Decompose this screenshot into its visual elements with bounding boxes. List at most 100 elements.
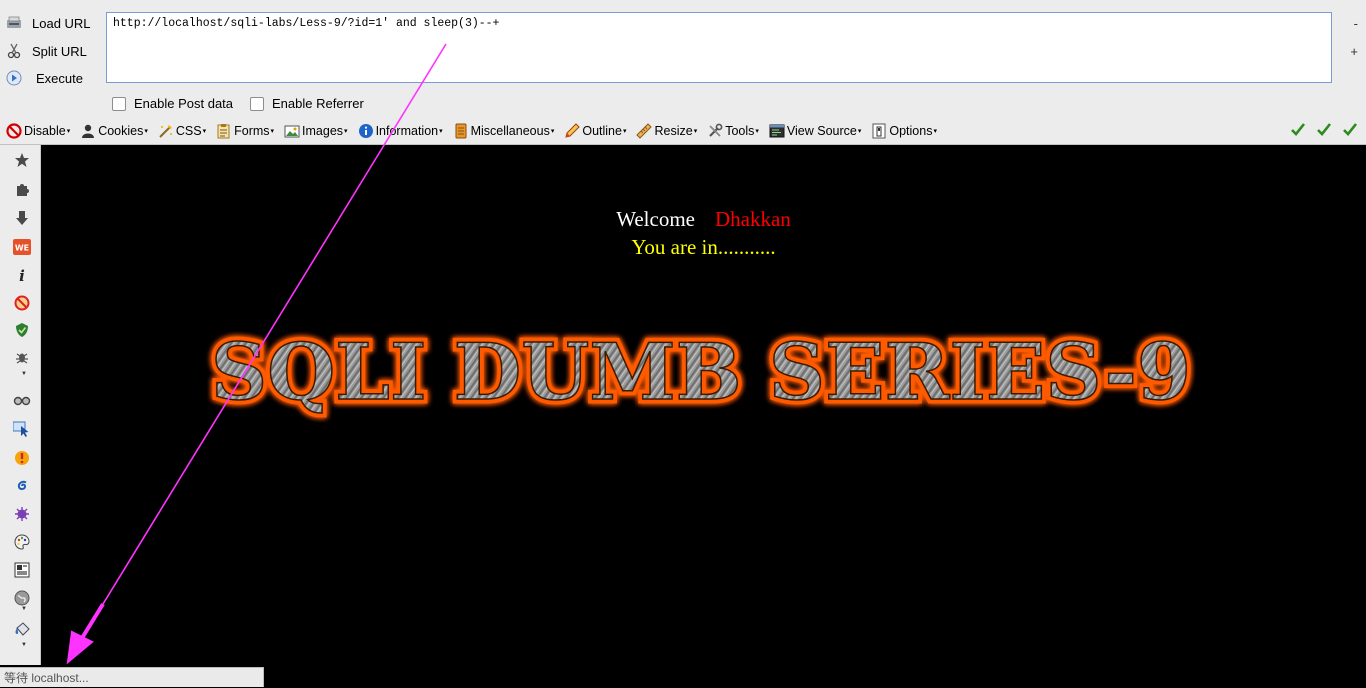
caret-icon: ▾ [622, 128, 627, 135]
checkbox-box[interactable] [250, 96, 264, 111]
menu-options[interactable]: Options ▾ [865, 120, 941, 142]
caret-icon: ▾ [270, 128, 275, 135]
menu-miscellaneous-label: Miscellaneous [470, 124, 550, 138]
no-script-icon[interactable] [13, 294, 31, 312]
options-icon [871, 123, 887, 139]
execute-label: Execute [36, 70, 83, 86]
menu-images-label: Images [302, 124, 344, 138]
load-url-icon [6, 15, 22, 31]
palette-icon[interactable] [13, 533, 31, 551]
cookies-icon [80, 123, 96, 139]
banner-text: SQLI DUMB SERIES-9 [211, 327, 1191, 418]
menu-options-label: Options [889, 124, 933, 138]
menu-outline-label: Outline [582, 124, 622, 138]
info-icon[interactable]: i [13, 266, 31, 284]
enable-post-data-checkbox[interactable]: Enable Post data [112, 96, 233, 111]
menu-forms-label: Forms [234, 124, 270, 138]
shield-icon[interactable] [13, 321, 31, 339]
page-content: Welcome Dhakkan You are in........... SQL… [41, 145, 1366, 687]
enable-referrer-label: Enable Referrer [272, 96, 364, 111]
menu-cookies[interactable]: Cookies ▾ [74, 120, 152, 142]
caret-icon: ▾ [755, 128, 759, 135]
web-developer-icon[interactable]: WE [13, 238, 31, 256]
glasses-icon[interactable] [13, 392, 31, 410]
menu-css[interactable]: CSS ▾ [152, 120, 210, 142]
expand-button[interactable]: + [1350, 44, 1358, 59]
user-name: Dhakkan [714, 207, 791, 231]
menu-tools[interactable]: Tools ▾ [701, 120, 763, 142]
forms-icon [216, 123, 232, 139]
star-icon[interactable] [13, 151, 31, 169]
execute-icon [6, 70, 22, 86]
caret-icon: ▾ [693, 128, 698, 135]
menu-forms[interactable]: Forms ▾ [210, 120, 278, 142]
sidebar-caret-icon[interactable]: ▼ [21, 606, 27, 612]
css-icon [158, 123, 174, 139]
url-input[interactable]: http://localhost/sqli-labs/Less-9/?id=1'… [106, 12, 1332, 83]
caret-icon: ▾ [66, 128, 71, 135]
web-developer-toolbar: Disable ▾ Cookies ▾ CSS ▾ Forms ▾ Images ▾ In… [0, 118, 1366, 145]
caret-icon: ▾ [550, 128, 555, 135]
swirl-icon[interactable] [13, 477, 31, 495]
addon-sidebar: WE i ▼ ▼ ▼ [0, 145, 41, 665]
login-status-text: You are in........... [631, 235, 776, 259]
menu-disable-label: Disable [24, 124, 66, 138]
menu-view-source-label: View Source [786, 124, 857, 138]
virus-icon[interactable] [13, 505, 31, 523]
bug-icon[interactable] [13, 348, 31, 366]
menu-resize-label: Resize [654, 124, 693, 138]
puzzle-icon[interactable] [13, 180, 31, 198]
menu-information-label: Information [375, 124, 439, 138]
collapse-button[interactable]: - [1354, 16, 1358, 31]
hackbar-panel: Load URL Split URL Execute http://localh… [0, 0, 1366, 119]
enable-referrer-checkbox[interactable]: Enable Referrer [250, 96, 364, 111]
sidebar-caret-icon[interactable]: ▼ [21, 371, 27, 377]
resize-icon [636, 123, 653, 139]
menu-tools-label: Tools [725, 124, 755, 138]
validation-status [1290, 121, 1358, 142]
checkbox-box[interactable] [112, 96, 126, 111]
caret-icon: ▾ [857, 128, 862, 135]
sqli-series-banner: SQLI DUMB SERIES-9 SQLI DUMB SERIES-9 [206, 323, 1195, 423]
menu-disable[interactable]: Disable ▾ [0, 120, 74, 142]
menu-view-source[interactable]: View Source ▾ [763, 120, 865, 142]
html-valid-check-icon[interactable] [1316, 121, 1332, 142]
scissors-icon [6, 43, 22, 59]
cursor-icon[interactable] [13, 420, 31, 438]
menu-images[interactable]: Images ▾ [278, 120, 352, 142]
view-source-icon [769, 123, 785, 139]
tools-icon [707, 123, 723, 139]
miscellaneous-icon [453, 123, 469, 139]
information-icon [358, 123, 374, 139]
caret-icon: ▾ [439, 128, 443, 135]
menu-information[interactable]: Information ▾ [352, 120, 447, 142]
menu-outline[interactable]: Outline ▾ [558, 120, 630, 142]
caret-icon: ▾ [202, 128, 207, 135]
layout-icon[interactable] [13, 561, 31, 579]
css-valid-check-icon[interactable] [1290, 121, 1306, 142]
menu-cookies-label: Cookies [98, 124, 144, 138]
bucket-icon[interactable] [13, 621, 31, 639]
images-icon [284, 123, 300, 139]
status-bar: 等待 localhost... [0, 667, 264, 687]
menu-resize[interactable]: Resize ▾ [630, 120, 701, 142]
svg-text:i: i [19, 267, 25, 283]
firebug-icon[interactable] [13, 449, 31, 467]
enable-post-data-label: Enable Post data [134, 96, 234, 111]
execute-button[interactable]: Execute [6, 67, 83, 89]
download-icon[interactable] [13, 209, 31, 227]
split-url-label: Split URL [32, 43, 87, 59]
welcome-line: Welcome Dhakkan [41, 207, 1366, 232]
welcome-text: Welcome [616, 207, 695, 231]
split-url-button[interactable]: Split URL [6, 40, 87, 62]
js-valid-check-icon[interactable] [1342, 121, 1358, 142]
svg-text:WE: WE [15, 244, 29, 253]
outline-icon [564, 123, 581, 139]
caret-icon: ▾ [144, 128, 148, 135]
menu-css-label: CSS [175, 124, 202, 138]
menu-miscellaneous[interactable]: Miscellaneous ▾ [447, 120, 559, 142]
load-url-button[interactable]: Load URL [6, 12, 91, 34]
globe-icon[interactable] [13, 589, 31, 607]
sidebar-caret-icon[interactable]: ▼ [21, 642, 27, 648]
caret-icon: ▾ [344, 128, 348, 135]
